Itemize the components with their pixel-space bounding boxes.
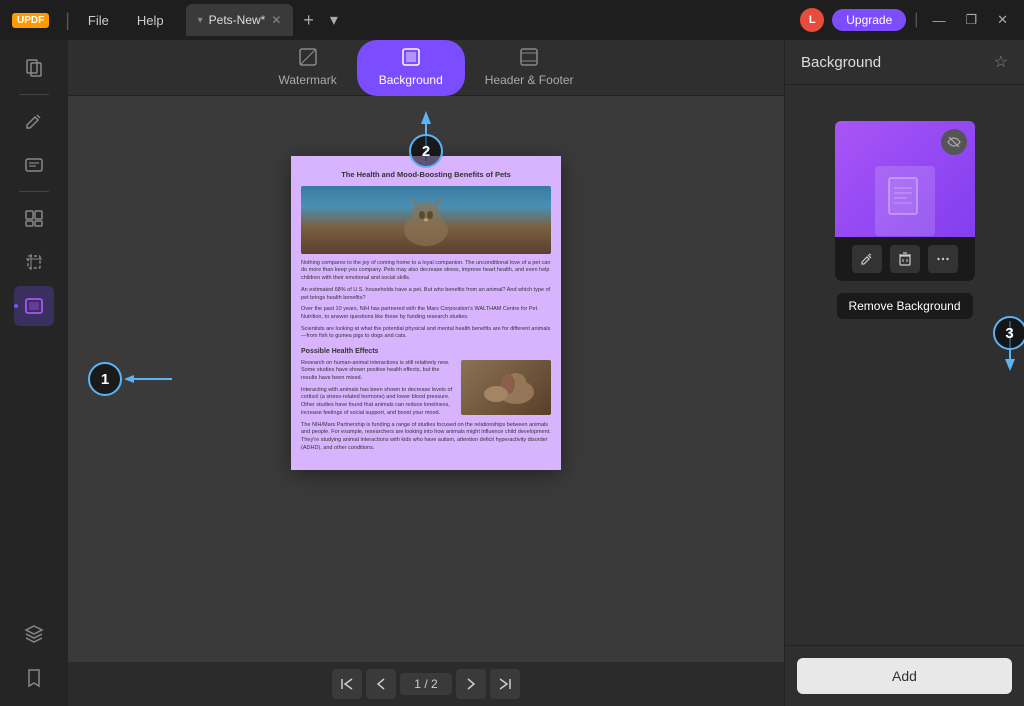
background-item[interactable] — [835, 121, 975, 281]
right-panel-header: Background ☆ — [785, 40, 1024, 85]
callout-2: 2 — [401, 106, 451, 166]
doc-tab[interactable]: ▾ Pets-New* ✕ — [186, 4, 294, 36]
body6: Interacting with animals has been shown … — [301, 387, 455, 418]
content-area: Watermark Background — [68, 40, 784, 706]
titlebar: UPDF | File Help ▾ Pets-New* ✕ + ▾ L Upg… — [0, 0, 1024, 40]
page-indicator: 1 / 2 — [400, 673, 451, 695]
title-separator: | — [61, 10, 74, 31]
close-button[interactable]: ✕ — [991, 12, 1014, 28]
delete-background-button[interactable] — [890, 245, 920, 273]
edit-background-button[interactable] — [852, 245, 882, 273]
tab-arrow-icon: ▾ — [198, 15, 203, 26]
right-panel-content: Remove Background 3 — [785, 85, 1024, 645]
updf-logo-text: UPDF — [12, 13, 49, 28]
right-panel: Background ☆ — [784, 40, 1024, 706]
body5: Research on human-animal interactions is… — [301, 360, 455, 383]
left-sidebar — [0, 40, 68, 706]
sidebar-icon-background[interactable] — [14, 286, 54, 326]
sidebar-icon-crop[interactable] — [14, 242, 54, 282]
callout-1-num: 1 — [88, 362, 122, 396]
user-avatar: L — [800, 8, 824, 32]
background-item-wrap: Remove Background 3 — [835, 121, 975, 281]
menu-help[interactable]: Help — [123, 0, 178, 40]
tab-list-chevron[interactable]: ▾ — [324, 10, 344, 30]
background-icon — [402, 48, 420, 71]
upgrade-label: Upgrade — [846, 13, 892, 27]
tab-area: ▾ Pets-New* ✕ + ▾ — [178, 4, 791, 36]
more-options-button[interactable] — [928, 245, 958, 273]
body7: The NIH/Mars Partnership is funding a ra… — [301, 422, 551, 453]
new-tab-button[interactable]: + — [297, 10, 320, 31]
callout-1: 1 — [88, 362, 177, 396]
last-page-button[interactable] — [490, 669, 520, 699]
sidebar-icon-sep1 — [19, 94, 49, 95]
watermark-icon — [299, 48, 317, 71]
pagination-bar: 1 / 2 — [68, 662, 784, 706]
remove-background-tooltip: Remove Background — [836, 293, 972, 319]
upgrade-button[interactable]: Upgrade — [832, 9, 906, 31]
document-area: 2 1 The Health and Mood-Boosting Benefit… — [68, 96, 784, 662]
main-area: Watermark Background — [0, 40, 1024, 706]
total-pages: 2 — [431, 677, 438, 691]
menu-bar: File Help — [74, 0, 178, 40]
header-footer-label: Header & Footer — [485, 73, 574, 87]
background-tool[interactable]: Background — [357, 40, 465, 96]
watermark-tool[interactable]: Watermark — [259, 40, 357, 96]
sidebar-icon-pages[interactable] — [14, 48, 54, 88]
sidebar-sep2 — [19, 191, 49, 192]
sidebar-icon-layers[interactable] — [14, 614, 54, 654]
document-page: The Health and Mood-Boosting Benefits of… — [291, 156, 561, 470]
active-indicator — [14, 304, 18, 308]
dog-image — [461, 360, 551, 415]
app-logo: UPDF — [0, 13, 61, 28]
cat-image — [301, 186, 551, 254]
sidebar-icon-edit[interactable] — [14, 101, 54, 141]
top-toolbar: Watermark Background — [68, 40, 784, 96]
bg-doc-icon — [875, 166, 935, 236]
minimize-button[interactable]: — — [926, 13, 951, 28]
col-left: Nothing compares to the joy of coming ho… — [301, 260, 551, 326]
two-col-section: Nothing compares to the joy of coming ho… — [301, 260, 551, 326]
prev-page-button[interactable] — [366, 669, 396, 699]
add-button[interactable]: Add — [797, 658, 1012, 694]
win-sep: | — [914, 11, 918, 29]
callout-2-num: 2 — [409, 134, 443, 168]
tab-close-icon[interactable]: ✕ — [271, 13, 281, 27]
col-right2 — [461, 360, 551, 422]
sidebar-icon-bookmark[interactable] — [14, 658, 54, 698]
header-footer-tool[interactable]: Header & Footer — [465, 40, 594, 96]
menu-file[interactable]: File — [74, 0, 123, 40]
right-panel-title: Background — [801, 54, 881, 71]
header-footer-icon — [520, 48, 538, 71]
page-sep: / — [424, 677, 427, 691]
current-page: 1 — [414, 677, 421, 691]
background-label: Background — [379, 73, 443, 87]
first-page-button[interactable] — [332, 669, 362, 699]
right-panel-footer: Add — [785, 645, 1024, 706]
body4: Scientists are looking at what the poten… — [301, 326, 551, 341]
callout-3: 3 — [985, 316, 1024, 376]
col-left2: Research on human-animal interactions is… — [301, 360, 455, 422]
page-content: The Health and Mood-Boosting Benefits of… — [291, 156, 561, 470]
body1: Nothing compares to the joy of coming ho… — [301, 260, 551, 283]
tab-label: Pets-New* — [209, 13, 266, 27]
body2: An estimated 68% of U.S. households have… — [301, 287, 551, 302]
sidebar-icon-annotate[interactable] — [14, 145, 54, 185]
doc-title: The Health and Mood-Boosting Benefits of… — [301, 170, 551, 180]
section-title: Possible Health Effects — [301, 347, 551, 357]
favorite-icon[interactable]: ☆ — [994, 52, 1008, 72]
next-page-button[interactable] — [456, 669, 486, 699]
restore-button[interactable]: ❐ — [959, 12, 983, 28]
eye-off-button[interactable] — [941, 129, 967, 155]
background-item-actions — [835, 237, 975, 281]
body3: Over the past 10 years, NIH has partnere… — [301, 306, 551, 321]
watermark-label: Watermark — [279, 73, 337, 87]
two-col-section2: Research on human-animal interactions is… — [301, 360, 551, 422]
callout-3-num: 3 — [993, 316, 1024, 350]
titlebar-right: L Upgrade | — ❐ ✕ — [790, 8, 1024, 32]
sidebar-icon-organize[interactable] — [14, 198, 54, 238]
